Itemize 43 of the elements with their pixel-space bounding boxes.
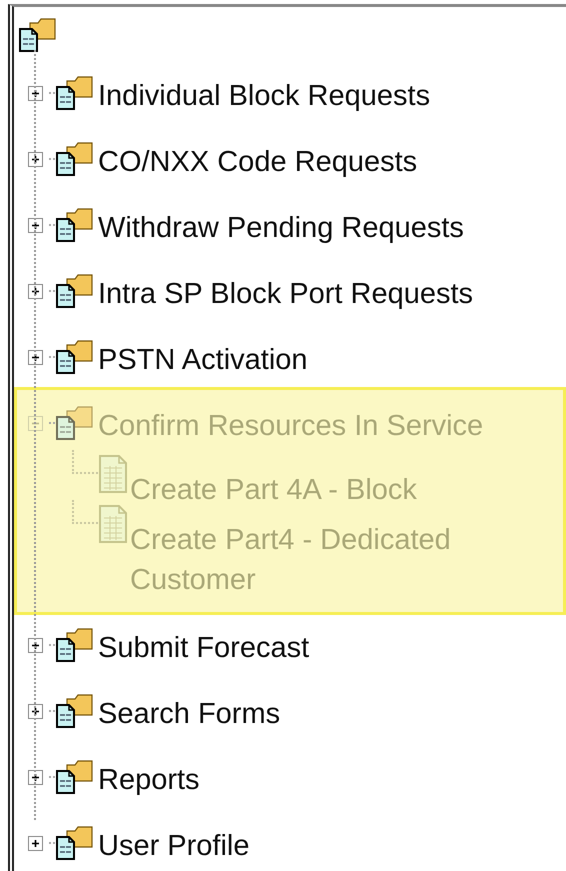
folder-with-document-icon (55, 141, 95, 177)
tree-item-label[interactable]: Withdraw Pending Requests (98, 212, 464, 244)
expand-button[interactable] (28, 152, 43, 166)
folder-with-document-icon (55, 627, 95, 663)
folder-with-document-icon (55, 207, 95, 243)
connector-line (72, 500, 98, 524)
plus-icon (31, 286, 40, 296)
tree-item-label[interactable]: CO/NXX Code Requests (98, 146, 418, 178)
expand-button[interactable] (28, 704, 43, 718)
folder-with-document-icon (55, 693, 95, 729)
expand-button[interactable] (28, 284, 43, 298)
plus-icon (31, 220, 40, 230)
plus-icon (31, 772, 40, 782)
plus-icon (31, 640, 40, 650)
document-icon (98, 504, 128, 544)
connector-line (72, 450, 98, 474)
expand-button[interactable] (28, 770, 43, 784)
tree-item-label[interactable]: Individual Block Requests (98, 80, 430, 112)
plus-icon (31, 154, 40, 164)
plus-icon (31, 352, 40, 362)
folder-with-document-icon (55, 273, 95, 309)
expand-button[interactable] (28, 350, 43, 364)
folder-with-document-icon (55, 339, 95, 375)
expand-button[interactable] (28, 638, 43, 652)
tree-item-label[interactable]: Submit Forecast (98, 632, 310, 664)
folder-with-document-icon (55, 405, 95, 441)
plus-icon (31, 706, 40, 716)
expand-button[interactable] (28, 836, 43, 850)
tree-item-label[interactable]: Intra SP Block Port Requests (98, 278, 474, 310)
plus-icon (31, 88, 40, 98)
folder-with-document-icon (55, 75, 95, 111)
tree-item-label[interactable]: PSTN Activation (98, 344, 308, 376)
expand-button[interactable] (28, 218, 43, 232)
plus-icon (31, 838, 40, 848)
tree-item-label[interactable]: User Profile (98, 830, 250, 862)
tree-item-label[interactable]: Search Forms (98, 698, 280, 730)
tree-item-label[interactable]: Reports (98, 764, 200, 796)
folder-with-document-icon (18, 17, 58, 53)
folder-with-document-icon (55, 759, 95, 795)
collapse-button[interactable] (28, 416, 43, 430)
document-icon (98, 454, 128, 494)
folder-with-document-icon (55, 825, 95, 861)
expand-button[interactable] (28, 86, 43, 100)
